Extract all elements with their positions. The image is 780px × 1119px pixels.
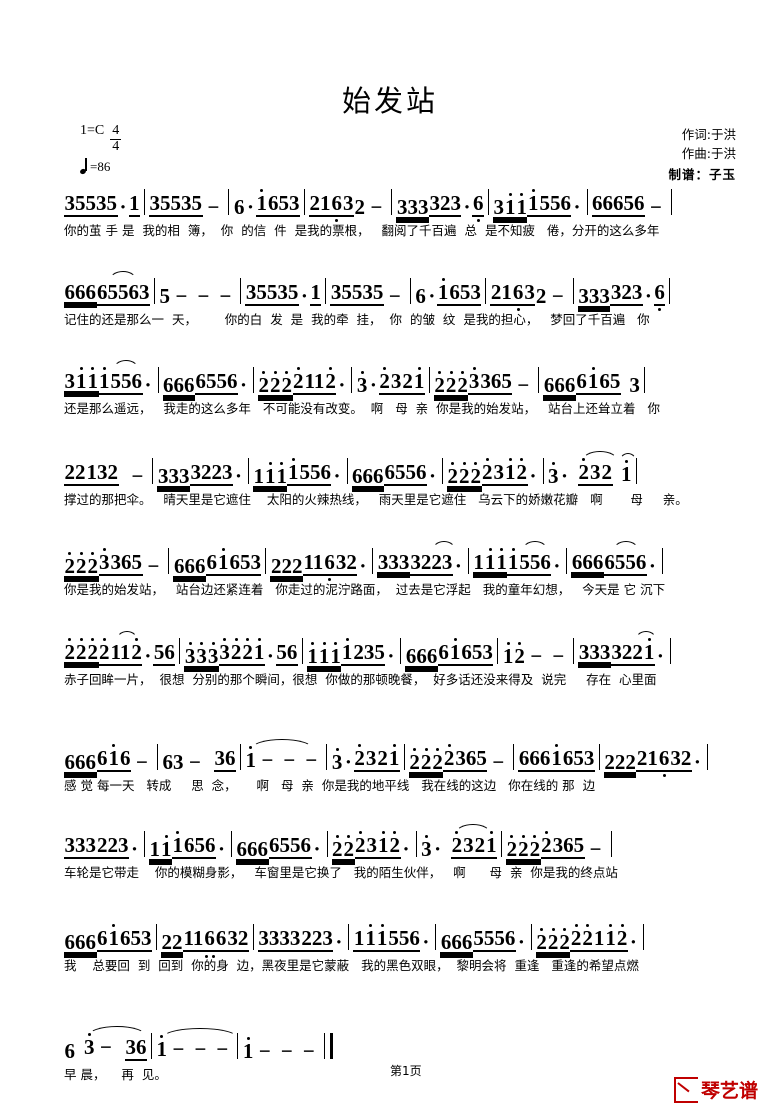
composer-credit: 作曲:于洪 [681,145,736,161]
lyric-line: 早 晨， 再 见。 [64,1067,167,1082]
site-logo[interactable]: 琴艺谱 [673,1076,758,1103]
logo-text: 琴艺谱 [700,1080,758,1102]
music-system-6: 2222112 · 56 3 3 3 3 2 2 1 · 56 1 1 1 1 235 · 666 6 1 653 … [64,631,724,694]
key-signature: 1=C [80,123,105,138]
music-system-2: 66665563 5− − − 35535 · 1 35535− 6 · 1 653 21 6 3… [64,271,724,334]
note-row: 3111556 · 666 6556 · 2 2 2 2 11 2 · 3 · 2 3 2 1 2 2 2 3 36… [64,360,724,396]
engraver-credit: 制谱：子玉 [668,166,736,182]
tempo-marking: =86 [80,158,121,175]
lyric-line: 感 觉 每一天 转成 思 念， 啊 母 亲 你是我的地平线 我在线的这边 你在线… [64,778,596,793]
music-system-1: 35535 · 1 35535− 6 · 1 653 21 6 3 2− 333 323 · 6 31… [64,183,724,245]
note-row: 666 6 1 6− 63−36 1− − − 3 · 2 3 2 1 2 2 2 2 365− 666 1 6… [64,738,724,777]
lyric-line: 记住的还是那么一 天， 你的白 发 是 我的牵 挂， 你 的皱 纹 是我的担心，… [64,312,650,327]
note-row: 6 3−36 1− − − 1− − − [64,1026,724,1062]
lyric-row: 还是那么遥远， 我走的这么多年 不可能没有改变。 啊 母 亲 你是我的始发站， … [64,399,724,423]
lyric-row: 车轮是它带走 你的模糊身影， 车窗里是它换了 我的陌生伙伴， 啊 母 亲 你是我… [64,863,724,887]
page-title: 始发站 [341,84,438,118]
music-system-10: 6 3−36 1− − − 1− − − 早 晨， 再 见。 [64,1026,724,1089]
key-and-tempo-block: 1=C 4 4 =86 [80,123,122,175]
lyric-row: 你的茧 手 是 我的相 簿， 你 的信 件 是我的票根， 翻阅了千百遍 总 是不… [64,221,724,245]
time-signature: 4 4 [110,123,122,154]
lyric-line: 赤子回眸一片， 很想 分别的那个瞬间，很想 你做的那顿晚餐， 好多话还没来得及 … [64,672,657,687]
music-system-8: 333 223 · 1 1 1 656 · 666 6556 · 2 2 2 3 1 2 · 3 · 2321… [64,824,724,887]
music-system-5: 2 2 2 3 365− 666 6 1 653 222 11 6 32 · 3333223 · 111… [64,541,724,604]
lyric-line: 还是那么遥远， 我走的这么多年 不可能没有改变。 啊 母 亲 你是我的始发站， … [64,401,660,416]
music-system-3: 3111556 · 666 6556 · 2 2 2 2 11 2 · 3 · 2 3 2 1 2 2 2 3 36… [64,360,724,423]
lyric-row: 你是我的始发站， 站台边还紧连着 你走过的泥泞路面， 过去是它浮起 我的童年幻想… [64,580,724,604]
meter-denominator: 4 [112,138,120,154]
note-row: 22 132− 333 3223 · 1 1 1 1 556 · 666 6556 · 222231… [64,451,724,487]
tempo-value: =86 [90,159,111,175]
lyric-row: 感 觉 每一天 转成 思 念， 啊 母 亲 你是我的地平线 我在线的这边 你在线… [64,776,724,800]
meter-numerator: 4 [110,123,122,140]
note-row: 666 6 1 653 22 11 6 6 32 3333 223 · 1 1 1 556 · 666 55… [64,918,724,958]
page-number: 第1页 [390,1064,422,1078]
note-row: 333 223 · 1 1 1 656 · 666 6556 · 2 2 2 3 1 2 · 3 · 2321… [64,824,724,860]
lyric-line: 我 总要回 到 回到 你的身 边，黑夜里是它蒙蔽 我的黑色双眼， 黎明会将 重逢… [64,958,639,973]
quarter-note-icon [80,158,89,174]
note-row: 66665563 5− − − 35535 · 1 35535− 6 · 1 653 21 6 3… [64,271,724,311]
logo-mark-icon [673,1076,698,1103]
credits-block: 作词:于洪 作曲:于洪 制谱：子玉 [668,126,736,184]
music-system-9: 666 6 1 653 22 11 6 6 32 3333 223 · 1 1 1 556 · 666 55… [64,918,724,980]
lyric-line: 撑过的那把伞。 晴天里是它遮住 太阳的火辣热线， 雨天里是它遮住 乌云下的娇嫩花… [64,492,688,507]
lyric-row: 撑过的那把伞。 晴天里是它遮住 太阳的火辣热线， 雨天里是它遮住 乌云下的娇嫩花… [64,490,724,514]
note-row: 2 2 2 3 365− 666 6 1 653 222 11 6 32 · 3333223 · 111… [64,541,724,581]
lyric-row: 我 总要回 到 回到 你的身 边，黑夜里是它蒙蔽 我的黑色双眼， 黎明会将 重逢… [64,956,724,980]
music-system-7: 666 6 1 6− 63−36 1− − − 3 · 2 3 2 1 2 2 2 2 365− 666 1 6… [64,738,724,800]
lyric-line: 车轮是它带走 你的模糊身影， 车窗里是它换了 我的陌生伙伴， 啊 母 亲 你是我… [64,865,618,880]
lyricist-credit: 作词:于洪 [681,127,736,142]
lyric-row: 赤子回眸一片， 很想 分别的那个瞬间，很想 你做的那顿晚餐， 好多话还没来得及 … [64,670,724,694]
lyric-line: 你的茧 手 是 我的相 簿， 你 的信 件 是我的票根， 翻阅了千百遍 总 是不… [64,223,660,238]
lyric-line: 你是我的始发站， 站台边还紧连着 你走过的泥泞路面， 过去是它浮起 我的童年幻想… [64,582,666,597]
note-row: 2222112 · 56 3 3 3 3 2 2 1 · 56 1 1 1 1 235 · 666 6 1 653 … [64,631,724,667]
lyric-row: 记住的还是那么一 天， 你的白 发 是 我的牵 挂， 你 的皱 纹 是我的担心，… [64,310,724,334]
note-row: 35535 · 1 35535− 6 · 1 653 21 6 3 2− 333 323 · 6 31… [64,183,724,222]
music-system-4: 22 132− 333 3223 · 1 1 1 1 556 · 666 6556 · 222231… [64,451,724,514]
sheet-music-page: 始发站 1=C 4 4 =86 作词:于洪 作曲:于洪 制谱：子玉 35535 ·… [0,0,780,1119]
